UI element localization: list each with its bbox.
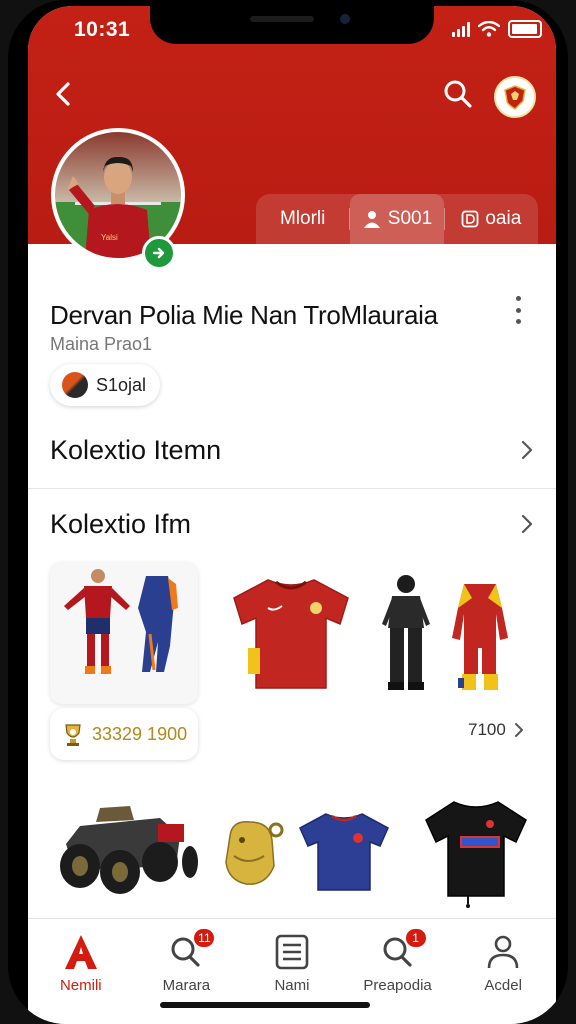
see-all-count: 7100 <box>468 720 506 739</box>
nav-label: Marara <box>162 977 211 994</box>
nav-item-nami[interactable]: Nami <box>244 919 340 1024</box>
person-icon <box>363 211 380 228</box>
collection-card-player-kit[interactable] <box>50 562 198 704</box>
golden-ornament-item[interactable] <box>220 816 284 888</box>
back-button[interactable] <box>46 76 82 112</box>
signal-icon <box>452 21 470 37</box>
quad-bike-item[interactable] <box>50 796 198 900</box>
notification-badge: 11 <box>194 929 215 947</box>
chevron-right-icon <box>521 514 533 534</box>
section-title: Kolextio Ifm <box>50 508 192 539</box>
nav-label: Nami <box>274 977 310 994</box>
nav-item-acdel[interactable]: Acdel <box>455 919 551 1024</box>
see-all-link[interactable]: 7100 <box>468 720 524 740</box>
profile-tabs: Mlorli S001 oaia <box>256 194 538 244</box>
section-title: Kolextio Itemn <box>50 434 222 465</box>
verified-badge <box>142 236 176 270</box>
black-kit-item[interactable] <box>380 572 432 692</box>
club-crest-icon <box>504 85 526 110</box>
status-icons <box>452 20 542 38</box>
divider <box>28 488 556 489</box>
tab-oaia[interactable]: oaia <box>445 194 538 244</box>
svg-text:Yalsi: Yalsi <box>101 233 118 242</box>
d-icon <box>461 210 479 228</box>
status-time: 10:31 <box>74 18 131 41</box>
nav-label: Nemili <box>59 977 102 994</box>
scarf-tag <box>248 648 260 674</box>
goalkeeper-kit-item[interactable] <box>450 578 510 694</box>
blue-jersey-item[interactable] <box>298 810 390 892</box>
nav-item-nemili[interactable]: Nemili <box>33 919 129 1024</box>
tab-mlorli[interactable]: Mlorli <box>256 194 349 244</box>
club-crest-button[interactable] <box>494 76 536 118</box>
bottom-navigation: Nemili 11 Marara Nami 1 Preapodia Acdel <box>28 918 556 1024</box>
battery-icon <box>508 20 542 38</box>
home-indicator <box>160 1002 370 1008</box>
wifi-icon <box>478 21 500 37</box>
collection-price-chip[interactable]: 33329 1900 <box>50 708 198 760</box>
chevron-left-icon <box>56 82 70 106</box>
more-options-button[interactable] <box>510 292 526 328</box>
tab-label: oaia <box>485 208 522 229</box>
list-icon <box>275 934 309 970</box>
app-screen: 10:31 Yalsi Mlorli S001 oaia Dervan Poli… <box>28 6 556 1024</box>
black-jersey-item[interactable] <box>424 796 528 908</box>
chevron-right-icon <box>521 440 533 460</box>
club-chip[interactable]: S1ojal <box>50 364 161 406</box>
person-icon <box>487 935 519 969</box>
trophy-icon <box>65 724 81 746</box>
arrow-right-icon <box>152 247 165 259</box>
nav-item-marara[interactable]: 11 Marara <box>138 919 234 1024</box>
chevron-right-icon <box>514 723 523 737</box>
tab-s001[interactable]: S001 <box>350 194 444 244</box>
nav-label: Preapodia <box>363 977 432 994</box>
nav-item-preapodia[interactable]: 1 Preapodia <box>350 919 446 1024</box>
a-logo-icon <box>64 935 97 969</box>
phone-frame: 10:31 Yalsi Mlorli S001 oaia Dervan Poli… <box>8 0 568 1024</box>
notification-badge: 1 <box>405 929 426 947</box>
nav-label: Acdel <box>484 977 522 994</box>
search-icon <box>444 80 472 108</box>
section-collection-ifm[interactable]: Kolextio Ifm <box>28 494 556 554</box>
player-kit-image <box>64 569 178 674</box>
search-button[interactable] <box>440 76 476 112</box>
collection-price: 33329 1900 <box>92 723 188 744</box>
tab-label: S001 <box>387 208 433 229</box>
tab-label: Mlorli <box>279 208 326 229</box>
player-subtitle: Maina Prao1 <box>50 334 153 354</box>
club-chip-label: S1ojal <box>96 374 147 395</box>
ball-icon <box>62 372 88 398</box>
section-collection-items[interactable]: Kolextio Itemn <box>28 420 556 480</box>
player-name: Dervan Polia Mie Nan TroMlauraia <box>50 300 438 330</box>
notch <box>150 6 434 44</box>
